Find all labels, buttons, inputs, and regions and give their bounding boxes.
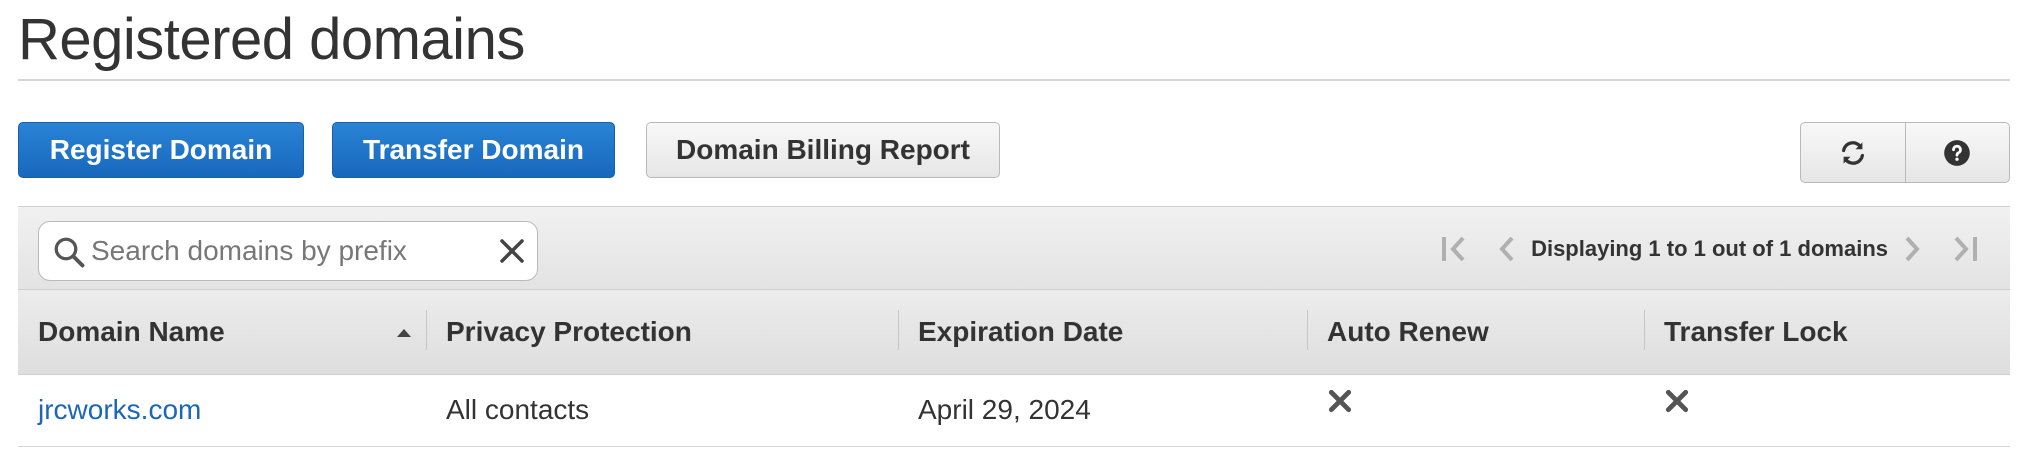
column-header-label: Domain Name	[38, 315, 225, 347]
pagination-status: Displaying 1 to 1 out of 1 domains	[1531, 236, 1888, 261]
column-separator[interactable]	[1644, 310, 1645, 350]
disabled-x-icon	[1328, 389, 1352, 412]
help-button[interactable]	[1904, 123, 2010, 182]
column-header-expiration-date[interactable]: Expiration Date	[898, 290, 1307, 375]
page-title: Registered domains	[18, 7, 525, 72]
next-page-icon	[1905, 236, 1920, 262]
column-header-label: Transfer Lock	[1664, 315, 1848, 347]
help-icon	[1944, 139, 1971, 166]
search-box	[38, 221, 538, 281]
previous-page-button[interactable]	[1495, 234, 1517, 264]
table-row[interactable]: jrcworks.com All contacts April 29, 2024	[18, 374, 2010, 447]
domain-link[interactable]: jrcworks.com	[38, 394, 201, 425]
table-header-row: Domain Name Privacy Protection Expiratio…	[18, 290, 2010, 375]
cell-transfer-lock	[1644, 374, 2010, 447]
title-divider	[18, 79, 2010, 81]
first-page-icon	[1442, 236, 1465, 262]
previous-page-icon	[1499, 236, 1514, 262]
toolbar-icon-group	[1800, 122, 2010, 183]
sort-ascending-icon	[397, 329, 411, 337]
column-header-privacy-protection[interactable]: Privacy Protection	[426, 290, 898, 375]
column-header-transfer-lock[interactable]: Transfer Lock	[1644, 290, 2010, 375]
disabled-x-icon	[1665, 389, 1689, 412]
registered-domains-page: Registered domains Register Domain Trans…	[0, 0, 2024, 476]
cell-privacy-protection: All contacts	[426, 374, 898, 447]
column-separator[interactable]	[426, 310, 427, 350]
search-input[interactable]	[91, 230, 471, 272]
column-header-label: Privacy Protection	[446, 315, 692, 347]
register-domain-button[interactable]: Register Domain	[18, 122, 304, 178]
last-page-icon	[1954, 236, 1977, 262]
pagination: Displaying 1 to 1 out of 1 domains	[1439, 207, 1980, 291]
refresh-button[interactable]	[1801, 123, 1905, 182]
column-header-domain-name[interactable]: Domain Name	[18, 290, 426, 375]
column-separator[interactable]	[898, 310, 899, 350]
domain-billing-report-button[interactable]: Domain Billing Report	[646, 122, 1000, 178]
cell-domain-name: jrcworks.com	[18, 374, 426, 447]
transfer-domain-button[interactable]: Transfer Domain	[332, 122, 615, 178]
next-page-button[interactable]	[1902, 234, 1924, 264]
last-page-button[interactable]	[1946, 234, 1980, 264]
column-separator[interactable]	[1307, 310, 1308, 350]
column-header-auto-renew[interactable]: Auto Renew	[1307, 290, 1644, 375]
domains-table: Domain Name Privacy Protection Expiratio…	[18, 290, 2010, 447]
column-header-label: Expiration Date	[918, 315, 1124, 347]
column-header-label: Auto Renew	[1327, 315, 1489, 347]
first-page-button[interactable]	[1439, 234, 1473, 264]
cell-expiration-date: April 29, 2024	[898, 374, 1307, 447]
table-toolbar: Displaying 1 to 1 out of 1 domains	[18, 206, 2010, 290]
search-icon	[54, 237, 85, 268]
cell-auto-renew	[1307, 374, 1644, 447]
refresh-icon	[1841, 140, 1864, 165]
clear-search-icon[interactable]	[497, 236, 527, 266]
